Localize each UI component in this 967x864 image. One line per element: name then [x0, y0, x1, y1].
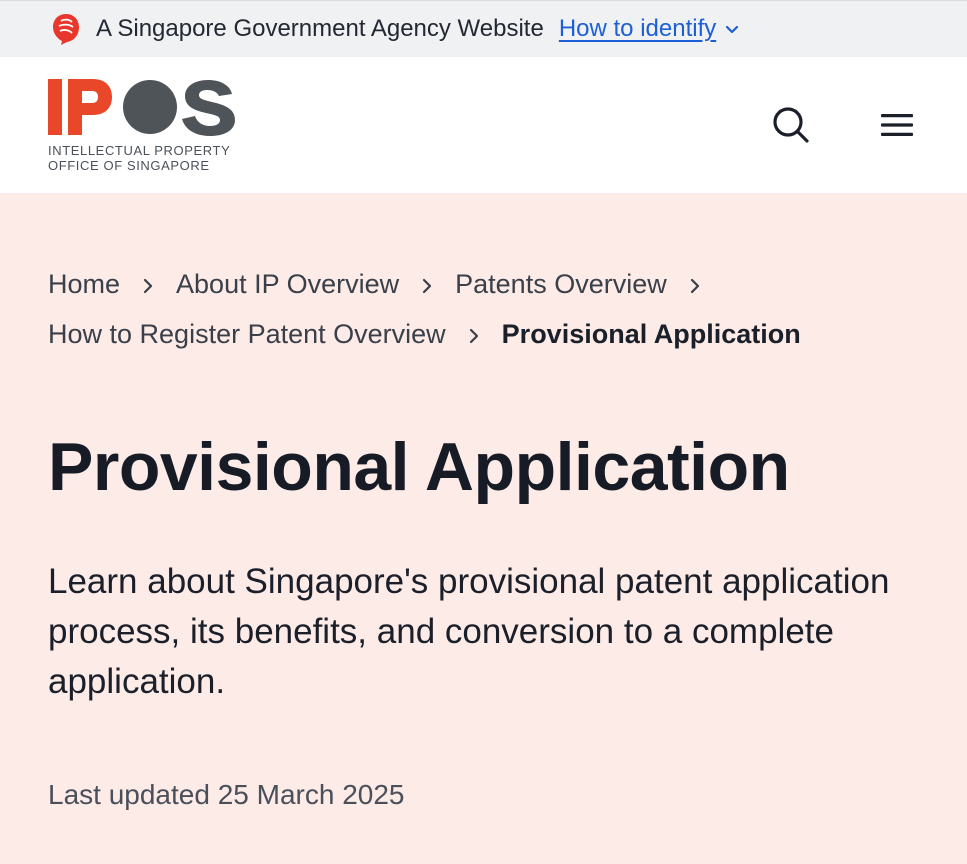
chevron-right-icon [468, 327, 480, 345]
hamburger-menu-icon [879, 110, 915, 140]
header-actions [771, 105, 917, 145]
logo-line-1: INTELLECTUAL PROPERTY [48, 143, 236, 158]
ipos-logo[interactable]: INTELLECTUAL PROPERTY OFFICE OF SINGAPOR… [48, 77, 236, 173]
breadcrumb-how-to-register[interactable]: How to Register Patent Overview [48, 319, 446, 349]
breadcrumb-current: Provisional Application [502, 319, 801, 349]
ipos-logo-mark [48, 77, 236, 137]
logo-subtitle: INTELLECTUAL PROPERTY OFFICE OF SINGAPOR… [48, 143, 236, 173]
search-icon [771, 105, 811, 145]
breadcrumb-home[interactable]: Home [48, 269, 120, 299]
search-button[interactable] [771, 105, 811, 145]
singapore-lion-icon [50, 12, 82, 46]
how-to-identify-label: How to identify [559, 15, 716, 43]
menu-button[interactable] [877, 105, 917, 145]
last-updated: Last updated 25 March 2025 [48, 779, 919, 811]
logo-line-2: OFFICE OF SINGAPORE [48, 158, 236, 173]
breadcrumb: Home About IP Overview Patents Overview How… [48, 259, 919, 359]
page-hero: Home About IP Overview Patents Overview How… [0, 193, 967, 811]
chevron-right-icon [421, 277, 433, 295]
masthead-text: A Singapore Government Agency Website [96, 15, 544, 43]
gov-masthead: A Singapore Government Agency Website Ho… [0, 0, 967, 57]
breadcrumb-patents[interactable]: Patents Overview [455, 269, 667, 299]
breadcrumb-about-ip[interactable]: About IP Overview [176, 269, 399, 299]
chevron-right-icon [689, 277, 701, 295]
chevron-down-icon [724, 21, 740, 37]
chevron-right-icon [142, 277, 154, 295]
site-header: INTELLECTUAL PROPERTY OFFICE OF SINGAPOR… [0, 57, 967, 193]
page-title: Provisional Application [48, 427, 919, 507]
page-subtitle: Learn about Singapore's provisional pate… [48, 557, 928, 707]
how-to-identify-link[interactable]: How to identify [559, 15, 740, 43]
